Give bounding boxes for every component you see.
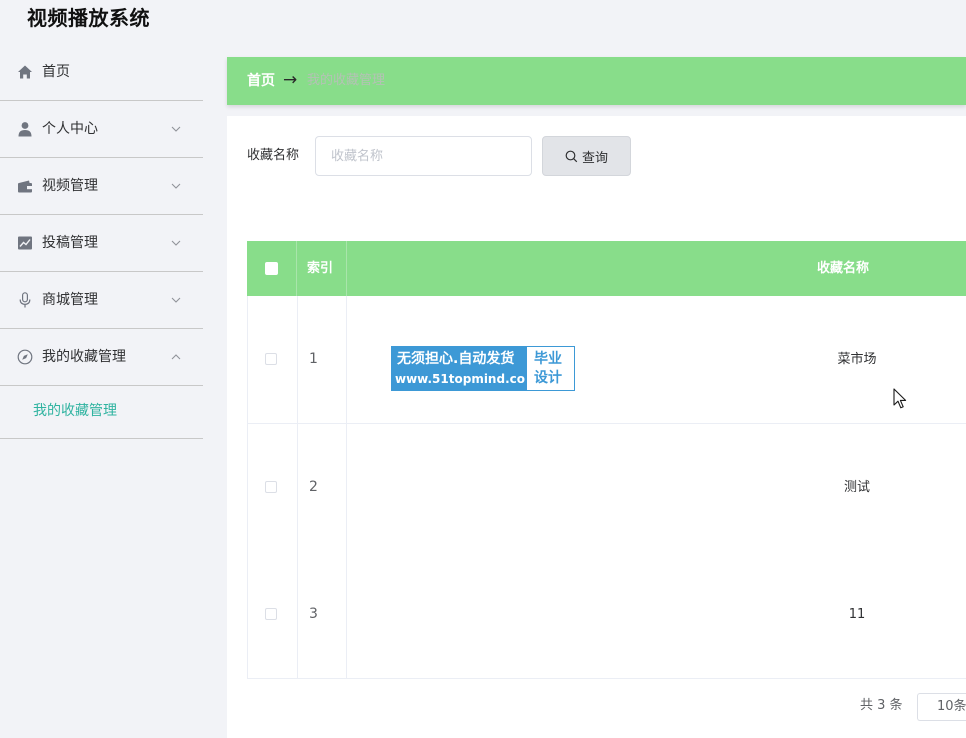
watermark-left-panel: 无须担心.自动发货 www.51topmind.com [391, 346, 538, 391]
row-select-cell [247, 551, 298, 678]
sidebar-item-home[interactable]: 首页 [0, 44, 203, 101]
compass-icon [17, 349, 33, 365]
header-index-cell: 索引 [297, 241, 347, 296]
chevron-down-icon [171, 240, 181, 246]
submenu-item-my-favorites-management[interactable]: 我的收藏管理 [0, 386, 203, 439]
row-name: 11 [848, 607, 866, 622]
row-select-cell [247, 424, 298, 551]
sidebar-item-label: 个人中心 [42, 121, 98, 137]
sidebar-item-my-favorites-management[interactable]: 我的收藏管理 [0, 329, 203, 386]
page-size-value: 10条/页 [937, 699, 966, 714]
chevron-down-icon [171, 126, 181, 132]
row-index: 3 [309, 606, 318, 622]
search-icon [565, 150, 578, 162]
page-size-select[interactable]: 10条/页 [917, 693, 966, 721]
row-checkbox[interactable] [265, 353, 277, 365]
row-index-cell: 2 [297, 424, 347, 551]
row-name-cell: 11 [347, 551, 966, 678]
sidebar-item-mall-management[interactable]: 商城管理 [0, 272, 203, 329]
table-row: 1 菜市场 [247, 296, 966, 424]
sidebar-item-personal-center[interactable]: 个人中心 [0, 101, 203, 158]
row-checkbox[interactable] [265, 608, 277, 620]
row-index-cell: 1 [297, 296, 347, 423]
row-name: 测试 [843, 480, 870, 495]
table-row: 2 测试 [247, 424, 966, 552]
user-icon [18, 122, 32, 137]
breadcrumb: 首页 → 我的收藏管理 [227, 57, 966, 105]
header-select-cell [247, 241, 297, 296]
breadcrumb-arrow-icon: → [283, 70, 298, 90]
search-input[interactable] [315, 136, 532, 176]
table-row: 3 11 [247, 551, 966, 679]
table-header: 索引 收藏名称 [247, 241, 966, 296]
breadcrumb-current: 我的收藏管理 [307, 73, 386, 88]
row-index-cell: 3 [297, 551, 347, 678]
sidebar-item-label: 我的收藏管理 [42, 349, 126, 365]
search-label: 收藏名称 [247, 148, 300, 163]
mouse-cursor-icon [893, 388, 907, 409]
watermark-logo: 无须担心.自动发货 www.51topmind.com 毕业 设计 [391, 346, 575, 391]
chevron-down-icon [171, 183, 181, 189]
watermark-right1: 毕业 [534, 351, 562, 367]
search-button-label: 查询 [581, 150, 608, 166]
sidebar-item-label: 投稿管理 [42, 235, 98, 251]
sidebar-menu: 首页 个人中心 视频管理 投稿管理 商城管理 我的收藏管理 我的收藏管理 [0, 44, 203, 738]
row-name: 菜市场 [837, 352, 877, 367]
app-title: 视频播放系统 [27, 6, 150, 30]
watermark-line1: 无须担心.自动发货 [397, 351, 515, 367]
pagination-total: 共 3 条 [860, 698, 903, 713]
column-header-name: 收藏名称 [817, 261, 870, 276]
main-panel: 首页 → 我的收藏管理 收藏名称 查询 索引 收藏名称 [227, 57, 966, 738]
submenu-item-label: 我的收藏管理 [33, 403, 117, 419]
select-all-checkbox[interactable] [265, 262, 278, 275]
sidebar-item-label: 首页 [42, 64, 70, 80]
watermark-right-panel: 毕业 设计 [526, 346, 575, 391]
sidebar-item-label: 视频管理 [42, 178, 98, 194]
favorites-table: 索引 收藏名称 1 菜市场 2 测试 3 11 [247, 241, 966, 679]
trend-chart-icon [18, 236, 32, 250]
sidebar-item-submission-management[interactable]: 投稿管理 [0, 215, 203, 272]
header-name-cell[interactable]: 收藏名称 [347, 241, 966, 296]
sidebar-item-label: 商城管理 [42, 292, 98, 308]
chevron-down-icon [171, 297, 181, 303]
breadcrumb-home-link[interactable]: 首页 [247, 57, 275, 105]
chevron-up-icon [171, 354, 181, 360]
row-index: 1 [309, 351, 318, 367]
row-name-cell: 测试 [347, 424, 966, 551]
watermark-right2: 设计 [534, 370, 562, 386]
row-index: 2 [309, 479, 318, 495]
microphone-icon [19, 292, 31, 308]
row-checkbox[interactable] [265, 481, 277, 493]
watermark-line2: www.51topmind.com [395, 372, 538, 386]
home-icon [18, 65, 32, 79]
column-header-index: 索引 [307, 261, 334, 276]
sidebar-item-video-management[interactable]: 视频管理 [0, 158, 203, 215]
row-select-cell [247, 296, 298, 423]
wallet-icon [18, 180, 32, 193]
search-button[interactable]: 查询 [542, 136, 631, 176]
